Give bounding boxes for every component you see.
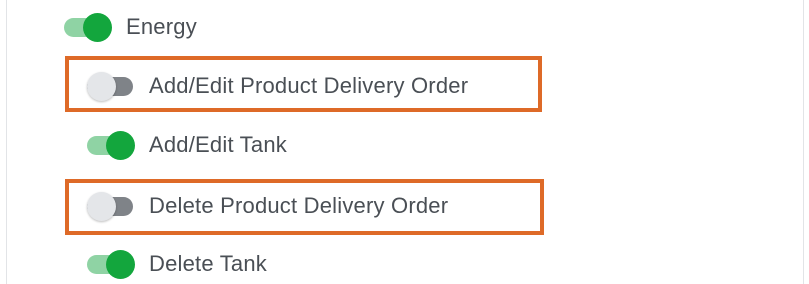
toggle-switch-delete-product-delivery-order[interactable] [87, 191, 135, 221]
toggle-knob [87, 192, 116, 221]
toggle-knob [83, 13, 112, 42]
toggle-switch-add-edit-product-delivery-order[interactable] [87, 71, 135, 101]
permission-label-add-edit-tank: Add/Edit Tank [149, 132, 287, 157]
permission-row-delete-tank: Delete Tank [87, 247, 267, 281]
permission-row-add-edit-tank: Add/Edit Tank [87, 128, 287, 162]
permission-label-add-edit-product-delivery-order: Add/Edit Product Delivery Order [149, 73, 469, 98]
permission-label-energy: Energy [126, 14, 197, 39]
permission-row-energy: Energy [64, 10, 197, 44]
permission-label-delete-tank: Delete Tank [149, 251, 267, 276]
toggle-switch-delete-tank[interactable] [87, 249, 135, 279]
toggle-knob [106, 250, 135, 279]
toggle-switch-add-edit-tank[interactable] [87, 130, 135, 160]
permission-row-delete-product-delivery-order: Delete Product Delivery Order [87, 189, 448, 223]
toggle-knob [106, 131, 135, 160]
permission-label-delete-product-delivery-order: Delete Product Delivery Order [149, 193, 449, 218]
permission-row-add-edit-product-delivery-order: Add/Edit Product Delivery Order [87, 69, 468, 103]
toggle-switch-energy[interactable] [64, 12, 112, 42]
toggle-knob [87, 72, 116, 101]
